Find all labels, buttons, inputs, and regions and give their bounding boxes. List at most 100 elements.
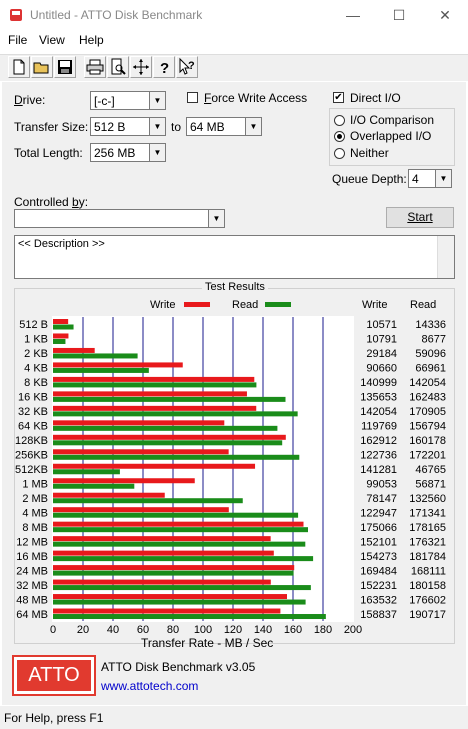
category-label: 8 KB [24,377,48,389]
write-bar [53,492,165,498]
write-bar [53,347,95,353]
read-bar [53,411,298,417]
x-tick-label: 80 [167,624,179,636]
product-name: ATTO Disk Benchmark v3.05 [101,660,256,674]
write-bar [53,362,183,368]
read-value-label: 59096 [415,348,446,360]
write-bar [53,376,255,382]
read-value-label: 181784 [409,551,446,563]
write-value-label: 163532 [360,594,397,606]
read-value-label: 176602 [409,594,446,606]
write-value-label: 162912 [360,435,397,447]
write-value-label: 10791 [366,334,397,346]
chart-xlabel: Transfer Rate - MB / Sec [141,636,274,650]
write-value-label: 78147 [366,493,397,505]
write-value-label: 152231 [360,580,397,592]
status-text: For Help, press F1 [4,711,104,725]
x-tick-label: 160 [284,624,302,636]
read-value-label: 190717 [409,609,446,621]
read-bar [53,382,257,388]
read-bar [53,541,306,547]
category-label: 4 KB [24,363,48,375]
write-value-label: 122947 [360,507,397,519]
read-value-label: 156794 [409,421,446,433]
write-value-label: 140999 [360,377,397,389]
benchmark-chart: 0 20 40 60 80 100 120 140 160 180 200 512 B 10571 143… [15,317,446,636]
write-bar [53,420,225,426]
category-label: 2 KB [24,348,48,360]
read-bar [53,556,314,562]
read-value-label: 178165 [409,522,446,534]
write-bar [53,319,69,324]
read-value-label: 170905 [409,406,446,418]
category-label: 128KB [15,435,48,447]
read-value-label: 160178 [409,435,446,447]
write-bar [53,478,195,484]
x-tick-label: 120 [224,624,242,636]
write-bar [53,507,229,513]
category-label: 1 KB [24,334,48,346]
read-value-label: 8677 [422,334,446,346]
write-value-label: 141281 [360,464,397,476]
category-label: 32 KB [18,406,48,418]
write-bar [53,463,256,469]
read-value-label: 14336 [415,319,446,331]
write-value-label: 142054 [360,406,397,418]
read-bar [53,570,294,576]
category-label: 16 KB [18,392,48,404]
read-value-label: 56871 [415,478,446,490]
read-bar [53,527,308,533]
x-tick-label: 200 [344,624,362,636]
read-bar [53,614,326,620]
read-bar [53,440,283,446]
read-bar [53,454,300,460]
read-bar [53,396,286,402]
category-label: 12 MB [16,536,48,548]
read-bar [53,324,74,330]
write-value-label: 122736 [360,450,397,462]
read-value-label: 168111 [411,565,446,577]
write-bar [53,565,295,571]
category-label: 8 MB [22,522,48,534]
write-bar [53,391,247,397]
category-label: 256KB [15,450,48,462]
read-bar [53,498,243,504]
read-bar [53,469,120,475]
read-value-label: 162483 [409,392,446,404]
category-label: 32 MB [16,580,48,592]
read-value-label: 172201 [409,450,446,462]
x-tick-label: 0 [50,624,56,636]
write-bar [53,405,257,411]
read-bar [53,585,311,591]
write-value-label: 175066 [360,522,397,534]
write-value-label: 90660 [366,363,397,375]
category-label: 2 MB [22,493,48,505]
write-bar [53,608,281,614]
read-value-label: 66961 [415,363,446,375]
x-tick-label: 60 [137,624,149,636]
category-label: 64 KB [18,421,48,433]
read-bar [53,338,66,344]
category-label: 512KB [15,464,48,476]
write-bar [53,550,274,556]
website-link[interactable]: www.attotech.com [101,679,198,693]
write-value-label: 10571 [366,319,397,331]
category-label: 1 MB [22,478,48,490]
x-tick-label: 20 [77,624,89,636]
read-value-label: 176321 [409,536,446,548]
read-value-label: 46765 [415,464,446,476]
atto-logo: ATTO [12,655,96,696]
read-bar [53,599,306,605]
read-bar [53,425,278,431]
read-value-label: 132560 [409,493,446,505]
write-value-label: 154273 [360,551,397,563]
write-bar [53,449,229,455]
x-tick-label: 140 [254,624,272,636]
write-value-label: 99053 [366,478,397,490]
write-value-label: 158837 [360,609,397,621]
category-label: 48 MB [16,594,48,606]
category-label: 4 MB [22,507,48,519]
write-bar [53,333,69,339]
read-value-label: 171341 [409,507,446,519]
category-label: 24 MB [16,565,48,577]
